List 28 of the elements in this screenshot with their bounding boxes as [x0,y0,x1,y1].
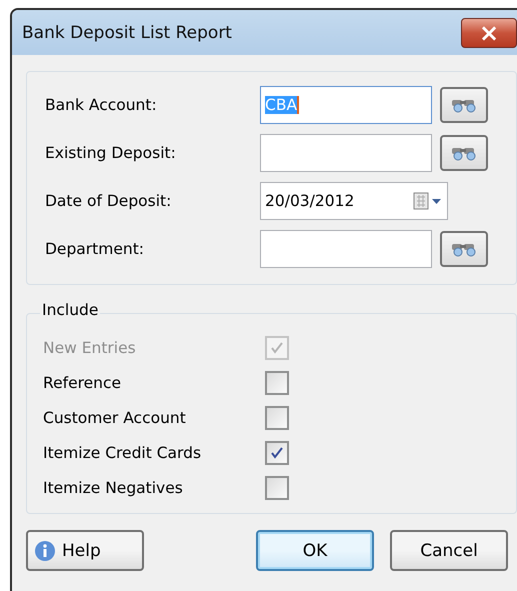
field-label: Existing Deposit: [45,144,177,162]
checkbox[interactable] [265,476,289,500]
lookup-button[interactable] [440,231,488,267]
checkbox[interactable] [265,440,289,464]
field-label: Bank Account: [45,96,158,114]
field-label: Department: [45,240,146,258]
ok-button[interactable]: OK [256,530,374,571]
window-title: Bank Deposit List Report [22,22,232,42]
lookup-button[interactable] [440,87,488,123]
input-field[interactable] [260,134,432,172]
checkbox[interactable] [265,406,289,430]
close-button[interactable]: × [461,18,517,48]
date-field[interactable]: 20/03/2012 [260,182,448,220]
checkmark-icon [270,340,284,354]
info-icon [34,540,56,562]
calendar-dropdown-icon[interactable] [413,191,443,211]
field-label: Date of Deposit: [45,192,172,210]
checkbox[interactable] [265,370,289,394]
checkbox-label: New Entries [43,338,137,356]
checkbox-label: Itemize Negatives [43,478,184,496]
checkbox-label: Itemize Credit Cards [43,444,202,462]
checkmark-icon [270,446,284,460]
lookup-button[interactable] [440,135,488,171]
help-button[interactable]: Help [26,530,144,571]
checkbox-label: Customer Account [43,408,187,426]
cancel-button[interactable]: Cancel [390,530,508,571]
input-field[interactable] [260,230,432,268]
checkbox-label: Reference [43,374,122,392]
